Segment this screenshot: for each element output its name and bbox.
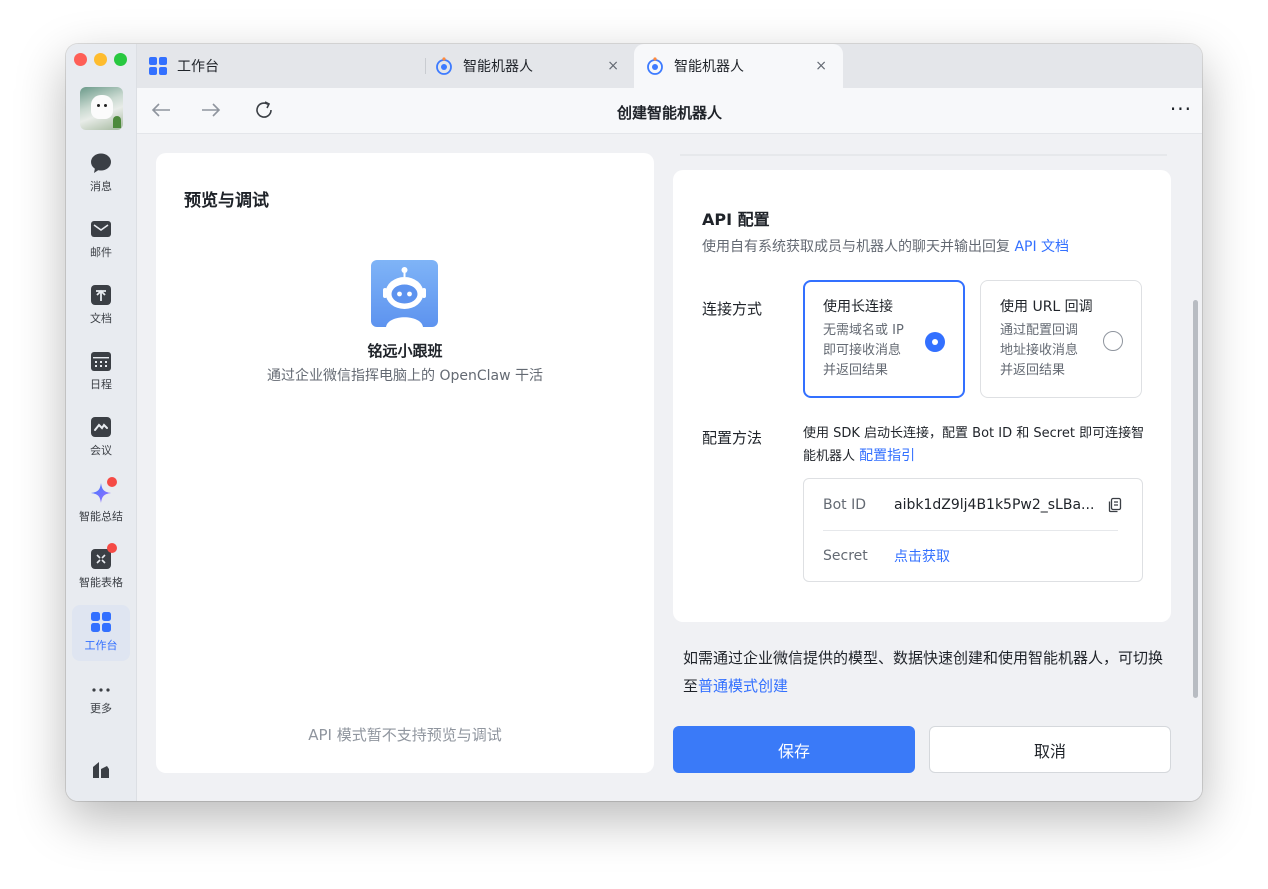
app-window: 消息 邮件 文档 日程 会议 智能总结 智能表格 工作台 更多 工作台 智能机器… (66, 44, 1202, 801)
meeting-icon (90, 416, 112, 438)
workbench-icon (90, 611, 112, 633)
connect-method-label: 连接方式 (702, 300, 763, 318)
robot-icon (647, 57, 663, 75)
config-guide-link[interactable]: 配置指引 (859, 448, 915, 464)
notification-badge (107, 543, 117, 553)
config-column: API 配置 使用自有系统获取成员与机器人的聊天并输出回复 API 文档 连接方… (673, 134, 1171, 801)
smart-sheet-icon (90, 543, 117, 570)
tab-robot-2[interactable]: 智能机器人 × (634, 44, 843, 88)
preview-unsupported-note: API 模式暂不支持预览与调试 (308, 726, 502, 744)
rail-item-messages[interactable]: 消息 (72, 146, 130, 202)
preview-panel: 预览与调试 铭远小跟班 通过企业微信指挥电脑上的 OpenClaw 干活 API… (156, 153, 654, 773)
sparkle-icon (90, 477, 117, 504)
window-controls (74, 53, 127, 66)
left-rail: 消息 邮件 文档 日程 会议 智能总结 智能表格 工作台 更多 (66, 44, 137, 801)
rail-item-smart-sheet[interactable]: 智能表格 (72, 542, 130, 598)
avatar-bear-image (91, 95, 113, 119)
zoom-window-button[interactable] (114, 53, 127, 66)
config-method-text: 使用 SDK 启动长连接，配置 Bot ID 和 Secret 即可连接智能机器… (803, 426, 1145, 464)
secret-row: Secret 点击获取 (823, 531, 1123, 581)
rail-item-workbench[interactable]: 工作台 (72, 605, 130, 661)
api-config-card: API 配置 使用自有系统获取成员与机器人的聊天并输出回复 API 文档 连接方… (673, 170, 1171, 622)
preview-heading: 预览与调试 (184, 191, 269, 211)
mail-icon (90, 218, 112, 240)
page-title: 创建智能机器人 (616, 104, 722, 122)
rail-item-docs[interactable]: 文档 (72, 278, 130, 334)
notification-badge (107, 477, 117, 487)
normal-mode-hint: 如需通过企业微信提供的模型、数据快速创建和使用智能机器人，可切换至普通模式创建 (683, 649, 1164, 695)
more-menu-button[interactable]: ··· (1170, 97, 1192, 121)
brand-icon (90, 758, 112, 780)
bot-name: 铭远小跟班 (367, 342, 443, 360)
rail-item-mail[interactable]: 邮件 (72, 212, 130, 268)
tab-bar: 工作台 智能机器人 × 智能机器人 × (137, 44, 1202, 88)
copy-icon[interactable] (1107, 497, 1123, 513)
document-icon (90, 284, 112, 306)
api-docs-link[interactable]: API 文档 (1014, 239, 1069, 255)
get-secret-link[interactable]: 点击获取 (894, 546, 1123, 566)
avatar[interactable] (80, 87, 123, 130)
tab-close-button[interactable]: × (815, 58, 827, 74)
option-long-connection[interactable]: 使用长连接 无需域名或 IP 即可接收消息 并返回结果 (803, 280, 965, 398)
rail-item-calendar[interactable]: 日程 (72, 344, 130, 400)
bot-avatar (371, 260, 438, 327)
workbench-icon (149, 57, 167, 75)
save-button[interactable]: 保存 (673, 726, 915, 773)
option-url-callback[interactable]: 使用 URL 回调 通过配置回调 地址接收消息 并返回结果 (980, 280, 1142, 398)
tab-robot-1[interactable]: 智能机器人 × (435, 44, 635, 88)
bot-description: 通过企业微信指挥电脑上的 OpenClaw 干活 (267, 368, 543, 384)
api-config-subtitle: 使用自有系统获取成员与机器人的聊天并输出回复 API 文档 (702, 239, 1070, 255)
tab-workbench[interactable]: 工作台 (149, 44, 419, 88)
scrollbar[interactable] (1193, 300, 1198, 698)
bot-id-value: aibk1dZ9lj4B1k5Pw2_sLBa... (894, 497, 1095, 513)
radio-long-connection[interactable] (925, 332, 945, 352)
radio-url-callback[interactable] (1103, 331, 1123, 351)
close-window-button[interactable] (74, 53, 87, 66)
normal-mode-link[interactable]: 普通模式创建 (698, 677, 788, 695)
robot-icon (436, 57, 452, 75)
bot-id-row: Bot ID aibk1dZ9lj4B1k5Pw2_sLBa... (823, 480, 1123, 530)
rail-brand[interactable] (72, 752, 130, 801)
calendar-icon (90, 350, 112, 372)
rail-item-meeting[interactable]: 会议 (72, 410, 130, 466)
minimize-window-button[interactable] (94, 53, 107, 66)
chat-bubble-icon (90, 152, 112, 174)
toolbar: 创建智能机器人 ··· (137, 88, 1202, 134)
main-content: 预览与调试 铭远小跟班 通过企业微信指挥电脑上的 OpenClaw 干活 API… (137, 134, 1202, 801)
divider (680, 154, 1167, 156)
cancel-button[interactable]: 取消 (929, 726, 1171, 773)
api-config-title: API 配置 (702, 210, 770, 229)
rail-item-more[interactable]: 更多 (72, 678, 130, 734)
more-dots-icon (90, 684, 112, 696)
config-method-label: 配置方法 (702, 429, 763, 447)
credentials-box: Bot ID aibk1dZ9lj4B1k5Pw2_sLBa... Secret… (803, 478, 1143, 582)
rail-item-smart-summary[interactable]: 智能总结 (72, 476, 130, 532)
tab-close-button[interactable]: × (607, 58, 619, 74)
